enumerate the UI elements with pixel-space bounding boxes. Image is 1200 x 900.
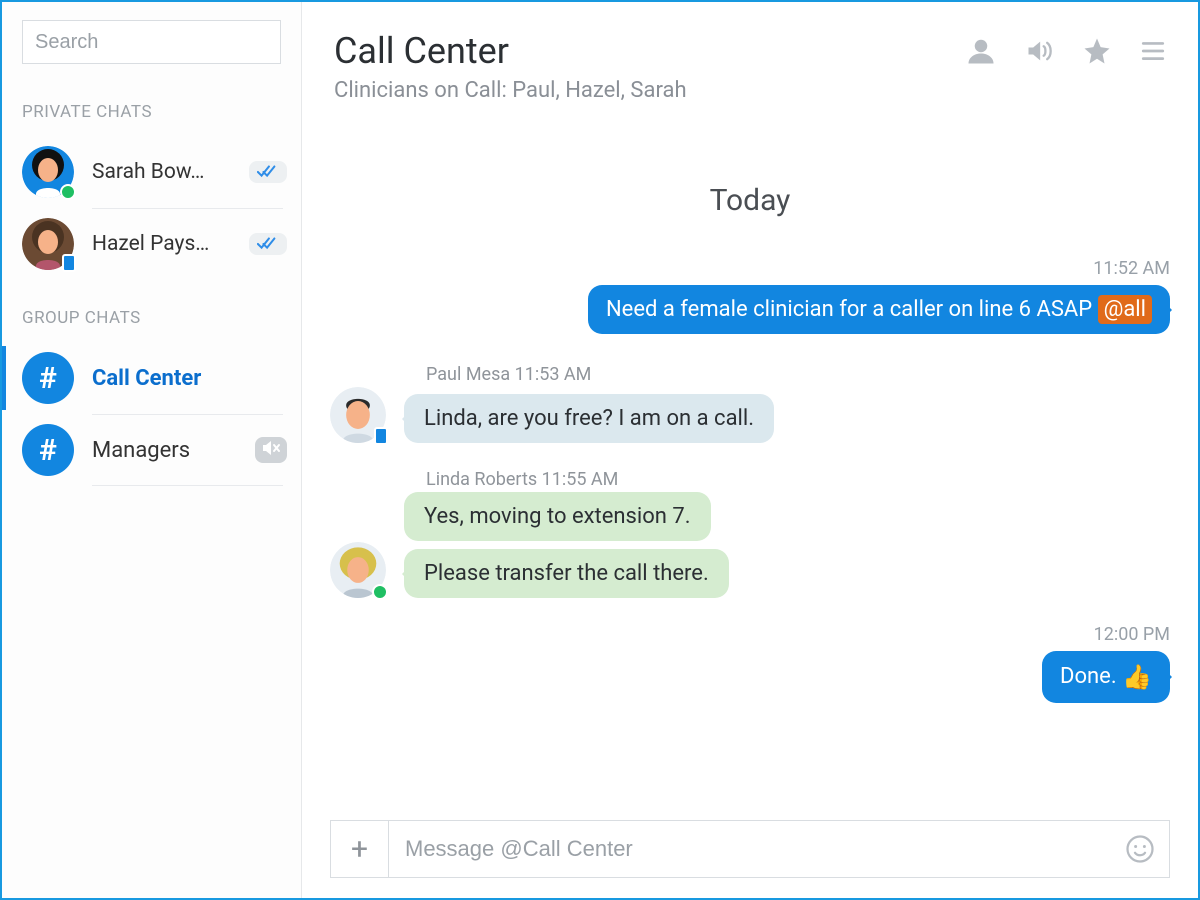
sender-name: Linda Roberts <box>426 469 537 490</box>
header-actions <box>966 30 1166 70</box>
message-text: Please transfer the call there. <box>424 561 709 586</box>
chat-name: Hazel Pays… <box>92 232 231 256</box>
message-text: Done. <box>1060 664 1122 689</box>
chat-main: Call Center Clinicians on Call: Paul, Ha… <box>302 2 1198 898</box>
menu-icon[interactable] <box>1140 38 1166 68</box>
message-bubble[interactable]: Need a female clinician for a caller on … <box>588 285 1170 334</box>
attach-button[interactable]: + <box>331 821 389 877</box>
message-row-outgoing: Need a female clinician for a caller on … <box>330 285 1170 334</box>
sender-name: Paul Mesa <box>426 364 510 385</box>
chat-subtitle: Clinicians on Call: Paul, Hazel, Sarah <box>334 78 966 103</box>
message-input[interactable] <box>389 821 1111 877</box>
read-receipt-icon <box>249 233 287 255</box>
avatar <box>22 218 74 270</box>
message-row-outgoing: Done. 👍 <box>330 651 1170 703</box>
avatar <box>22 146 74 198</box>
search-input[interactable] <box>22 20 281 64</box>
read-receipt-icon <box>249 161 287 183</box>
message-row-incoming: Linda, are you free? I am on a call. <box>330 387 1170 443</box>
emoji-button[interactable] <box>1111 821 1169 877</box>
group-chat-managers[interactable]: # Managers <box>2 414 301 486</box>
messages-scroll[interactable]: Today 11:52 AM Need a female clinician f… <box>302 113 1198 820</box>
message-timestamp: 11:55 AM <box>542 469 619 490</box>
avatar <box>330 387 386 443</box>
message-bubble[interactable]: Done. 👍 <box>1042 651 1170 703</box>
day-separator: Today <box>330 183 1170 218</box>
hash-icon: # <box>22 424 74 476</box>
group-name: Call Center <box>92 366 287 391</box>
sidebar: PRIVATE CHATS Sarah Bow… Hazel Pays… GRO… <box>2 2 302 898</box>
message-row-incoming: Yes, moving to extension 7. Please trans… <box>330 492 1170 598</box>
mention-tag: @all <box>1098 295 1152 324</box>
message-timestamp: 11:53 AM <box>515 364 592 385</box>
mobile-status-badge <box>374 427 388 445</box>
search-container <box>2 20 301 74</box>
group-chat-call-center[interactable]: # Call Center <box>2 342 301 414</box>
message-text: Yes, moving to extension 7. <box>424 504 691 529</box>
audio-icon[interactable] <box>1024 37 1054 69</box>
chat-title: Call Center <box>334 30 966 72</box>
mobile-status-badge <box>62 254 76 272</box>
chat-name: Sarah Bow… <box>92 160 231 184</box>
thumbs-up-icon: 👍 <box>1122 663 1152 691</box>
message-bubble[interactable]: Please transfer the call there. <box>404 549 729 598</box>
message-meta: Linda Roberts 11:55 AM <box>426 469 1170 490</box>
message-text: Linda, are you free? I am on a call. <box>424 406 754 431</box>
message-bubble[interactable]: Linda, are you free? I am on a call. <box>404 394 774 443</box>
members-icon[interactable] <box>966 36 996 70</box>
composer: + <box>302 820 1198 898</box>
private-chats-heading: PRIVATE CHATS <box>2 74 301 136</box>
message-timestamp: 12:00 PM <box>330 624 1170 645</box>
muted-icon <box>255 437 287 463</box>
message-text: Need a female clinician for a caller on … <box>606 297 1098 322</box>
online-status-badge <box>60 184 76 200</box>
chat-header: Call Center Clinicians on Call: Paul, Ha… <box>302 2 1198 113</box>
private-chat-hazel[interactable]: Hazel Pays… <box>2 208 301 280</box>
online-status-badge <box>372 584 388 600</box>
private-chat-sarah[interactable]: Sarah Bow… <box>2 136 301 208</box>
message-bubble[interactable]: Yes, moving to extension 7. <box>404 492 711 541</box>
avatar <box>330 542 386 598</box>
message-meta: Paul Mesa 11:53 AM <box>426 364 1170 385</box>
group-name: Managers <box>92 438 237 463</box>
app-frame: PRIVATE CHATS Sarah Bow… Hazel Pays… GRO… <box>0 0 1200 900</box>
group-chats-heading: GROUP CHATS <box>2 280 301 342</box>
message-timestamp: 11:52 AM <box>330 258 1170 279</box>
star-icon[interactable] <box>1082 36 1112 70</box>
hash-icon: # <box>22 352 74 404</box>
composer-inner: + <box>330 820 1170 878</box>
